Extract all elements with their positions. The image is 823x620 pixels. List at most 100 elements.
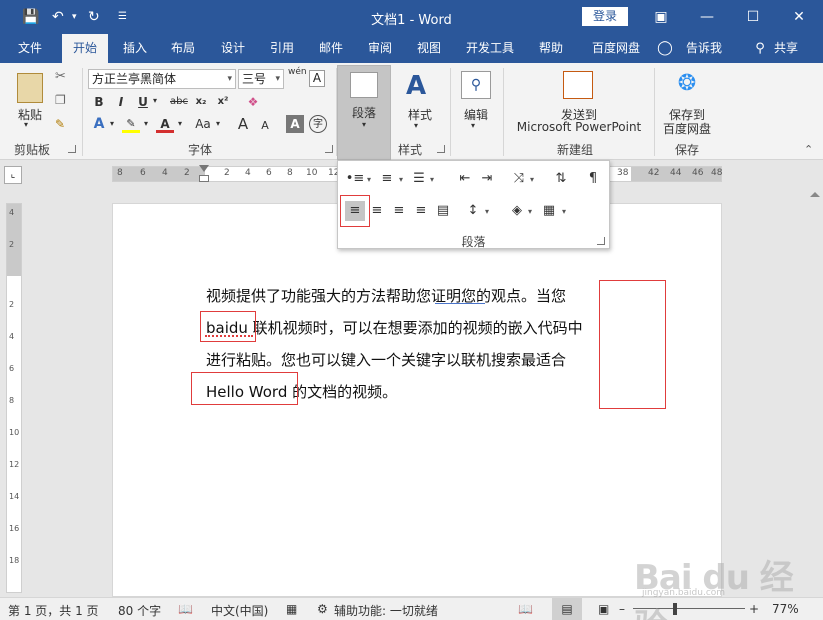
paste-icon[interactable] (17, 73, 43, 103)
maximize-icon[interactable]: ☐ (730, 0, 776, 34)
paste-dropdown-icon[interactable]: ▾ (24, 120, 28, 129)
read-mode-icon[interactable]: 📖 (518, 602, 533, 616)
tab-layout[interactable]: 布局 (162, 34, 204, 63)
numbering-icon[interactable]: ≡ (377, 169, 397, 189)
paragraph-button[interactable]: 段落 ▾ (337, 65, 391, 160)
enclose-characters-icon[interactable]: 字 (309, 115, 327, 133)
tab-design[interactable]: 设计 (212, 34, 254, 63)
minimize-icon[interactable]: — (684, 0, 730, 34)
underline-icon[interactable]: U (134, 93, 152, 111)
font-color-dropdown-icon[interactable]: ▾ (178, 119, 182, 128)
document-line[interactable]: baidu 联机视频时，可以在想要添加的视频的嵌入代码中 (206, 317, 583, 338)
word-count[interactable]: 80 个字 (118, 602, 161, 619)
strikethrough-icon[interactable]: abc (168, 93, 190, 111)
web-layout-icon[interactable]: ▣ (598, 602, 609, 616)
accessibility-icon[interactable]: ⚙ (317, 602, 328, 616)
align-right-icon[interactable]: ≡ (389, 201, 409, 221)
tab-help[interactable]: 帮助 (530, 34, 572, 63)
document-line[interactable]: 进行粘贴。您也可以键入一个关键字以联机搜索最适合 (206, 349, 566, 370)
copy-icon[interactable]: ❐ (55, 93, 66, 107)
tab-references[interactable]: 引用 (261, 34, 303, 63)
baidu-netdisk-icon[interactable]: ❂ (672, 71, 702, 99)
collapse-ribbon-icon[interactable]: ⌃ (804, 143, 813, 156)
tab-developer[interactable]: 开发工具 (461, 34, 519, 63)
document-line[interactable]: 视频提供了功能强大的方法帮助您证明您的观点。当您 (206, 285, 566, 306)
close-icon[interactable]: ✕ (776, 0, 822, 34)
paragraph-launcher-icon[interactable] (597, 237, 605, 245)
tab-insert[interactable]: 插入 (114, 34, 156, 63)
styles-icon[interactable]: A (406, 71, 426, 101)
editing-button[interactable]: 编辑 (460, 106, 492, 123)
increase-indent-icon[interactable]: ⇥ (477, 169, 497, 189)
grow-font-icon[interactable]: A (234, 115, 252, 133)
tab-home[interactable]: 开始 (62, 34, 108, 63)
clipboard-launcher-icon[interactable] (68, 145, 76, 153)
powerpoint-icon[interactable] (563, 71, 593, 99)
subscript-icon[interactable]: x₂ (192, 93, 210, 111)
font-launcher-icon[interactable] (325, 145, 333, 153)
sort-icon[interactable]: ⇅ (551, 169, 571, 189)
highlight-icon[interactable]: ✎ (122, 115, 140, 133)
left-indent-marker[interactable] (199, 175, 209, 182)
clear-formatting-icon[interactable]: ❖ (244, 93, 262, 111)
save-to-baidu-line2[interactable]: 百度网盘 (660, 120, 714, 137)
highlight-dropdown-icon[interactable]: ▾ (144, 119, 148, 128)
borders-icon[interactable]: ▦ (539, 201, 559, 221)
character-shading-icon[interactable]: A (286, 115, 304, 133)
font-name-combo[interactable]: 方正兰亭黑简体 ▾ (88, 69, 236, 89)
format-painter-icon[interactable]: ✎ (55, 117, 65, 131)
vertical-scrollbar[interactable] (806, 188, 823, 597)
find-icon[interactable]: ⚲ (461, 71, 491, 99)
chevron-down-icon[interactable]: ▾ (399, 175, 403, 184)
cut-icon[interactable]: ✂ (55, 69, 66, 84)
text-effects-dropdown-icon[interactable]: ▾ (110, 119, 114, 128)
chinese-layout-icon[interactable]: ⤨ (509, 169, 529, 189)
underline-dropdown-icon[interactable]: ▾ (153, 96, 157, 105)
tab-selector[interactable]: ⌞ (4, 166, 22, 184)
bullets-icon[interactable]: •≡ (345, 169, 365, 189)
align-center-icon[interactable]: ≡ (367, 201, 387, 221)
line-spacing-icon[interactable]: ↕ (463, 201, 483, 221)
paste-button[interactable]: 粘贴 (14, 106, 46, 123)
change-case-dropdown-icon[interactable]: ▾ (216, 119, 220, 128)
chevron-down-icon[interactable]: ▾ (485, 207, 489, 216)
text-effects-icon[interactable]: A (90, 115, 108, 133)
phonetic-guide-button[interactable]: wén (288, 67, 307, 77)
page-count[interactable]: 第 1 页，共 1 页 (8, 602, 99, 619)
tab-review[interactable]: 审阅 (359, 34, 401, 63)
multilevel-list-icon[interactable]: ☰ (409, 169, 429, 189)
shading-icon[interactable]: ◈ (507, 201, 527, 221)
zoom-out-icon[interactable]: – (619, 602, 625, 616)
document-page[interactable]: 视频提供了功能强大的方法帮助您证明您的观点。当您 baidu 联机视频时，可以在… (112, 203, 722, 597)
chevron-down-icon[interactable]: ▾ (430, 175, 434, 184)
scroll-up-icon[interactable] (810, 192, 820, 197)
decrease-indent-icon[interactable]: ⇤ (455, 169, 475, 189)
styles-button[interactable]: 样式 (404, 106, 436, 123)
accessibility-status[interactable]: 辅助功能: 一切就绪 (334, 602, 438, 619)
tab-view[interactable]: 视图 (408, 34, 450, 63)
chevron-down-icon[interactable]: ▾ (528, 207, 532, 216)
tell-me-search[interactable]: 告诉我 (680, 34, 728, 63)
proofing-icon[interactable]: 📖 (178, 602, 193, 616)
character-border-icon[interactable]: A (309, 70, 325, 87)
show-marks-icon[interactable]: ¶ (583, 169, 603, 189)
chevron-down-icon[interactable]: ▾ (562, 207, 566, 216)
language-indicator[interactable]: 中文(中国) (211, 602, 268, 619)
macro-icon[interactable]: ▦ (286, 602, 297, 616)
send-to-ppt-line2[interactable]: Microsoft PowerPoint (512, 120, 646, 134)
distributed-icon[interactable]: ▤ (433, 201, 453, 221)
font-color-icon[interactable]: A (156, 115, 174, 133)
superscript-icon[interactable]: x² (214, 93, 232, 111)
ribbon-display-icon[interactable]: ▣ (638, 0, 684, 34)
font-size-combo[interactable]: 三号 ▾ (238, 69, 284, 89)
italic-icon[interactable]: I (112, 93, 130, 111)
tab-file[interactable]: 文件 (8, 34, 52, 63)
login-button[interactable]: 登录 (582, 7, 628, 26)
tab-baidu-netdisk[interactable]: 百度网盘 (584, 34, 648, 63)
print-layout-icon[interactable]: ▤ (552, 598, 582, 620)
share-button[interactable]: 共享 (766, 34, 806, 63)
tab-mailings[interactable]: 邮件 (310, 34, 352, 63)
shrink-font-icon[interactable]: A (256, 117, 274, 135)
styles-launcher-icon[interactable] (437, 145, 445, 153)
first-line-indent-marker[interactable] (199, 165, 209, 172)
